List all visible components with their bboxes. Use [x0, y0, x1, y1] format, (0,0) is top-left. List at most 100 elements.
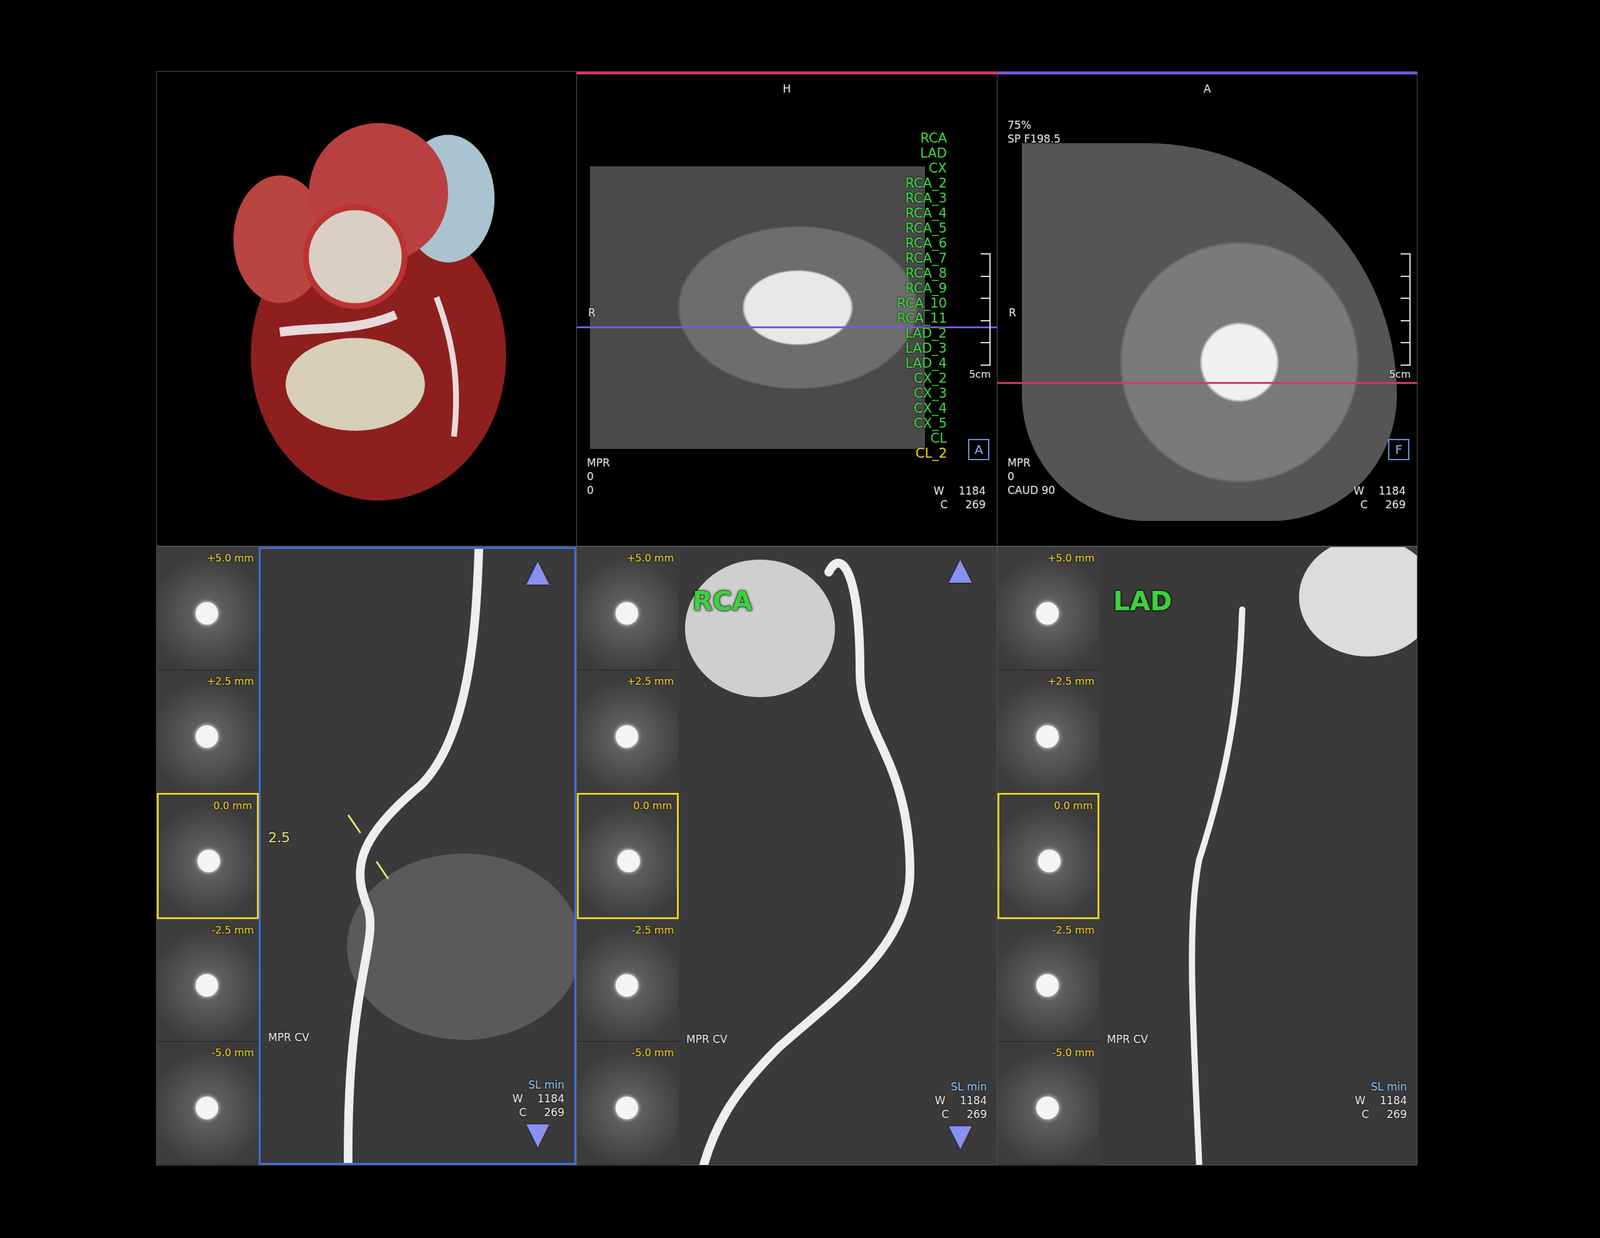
vessel-lumen-icon: [1036, 601, 1059, 625]
orientation-marker[interactable]: F: [1388, 438, 1410, 460]
cross-section-thumbnail[interactable]: +5.0 mm: [156, 546, 259, 670]
offset-label: -5.0 mm: [211, 1046, 254, 1059]
cross-section-thumbnail[interactable]: -2.5 mm: [156, 918, 259, 1042]
scroll-up-arrow[interactable]: ▲: [948, 553, 972, 584]
orientation-label: R: [1008, 305, 1017, 320]
vessel-list-item[interactable]: RCA_6: [896, 235, 947, 251]
offset-label: +5.0 mm: [626, 551, 674, 564]
cross-section-strip: +5.0 mm +2.5 mm 0.0 mm-2.5 mm -5.0 mm: [997, 546, 1100, 1165]
scroll-down-arrow[interactable]: ▼: [526, 1117, 550, 1148]
vessel-list-item[interactable]: CX_5: [896, 415, 947, 431]
offset-label: +2.5 mm: [1047, 675, 1095, 687]
mode-info: MPR CV: [268, 1030, 310, 1044]
vessel-lumen-icon: [195, 725, 219, 748]
orientation-header: A: [997, 81, 1417, 96]
offset-label: +5.0 mm: [206, 551, 254, 564]
vessel-list-item[interactable]: RCA_4: [896, 205, 947, 221]
cross-section-thumbnail[interactable]: 0.0 mm: [576, 792, 679, 919]
vessel-list-item[interactable]: RCA_3: [896, 190, 947, 206]
cross-section-thumbnail[interactable]: -2.5 mm: [997, 918, 1100, 1042]
offset-label: +2.5 mm: [206, 675, 254, 687]
mode-info: MPR CV: [686, 1031, 728, 1046]
mode-info: MPR CV: [1106, 1031, 1149, 1046]
curved-mpr-viewport[interactable]: +5.0 mm +2.5 mm 0.0 mm -2.5 mm -5.0 mm RCA ▲ ▼ M…: [576, 546, 998, 1165]
scale-bar: 5cm: [968, 253, 991, 382]
orientation-marker[interactable]: A: [968, 438, 990, 460]
ct-slice-image: [1021, 143, 1397, 521]
vessel-title: RCA: [692, 584, 753, 619]
viewport-grid: HRMPR00W1184C2695cmARCALADCXRCA_2RCA_3RC…: [156, 71, 1417, 1165]
vessel-list-item[interactable]: CX_3: [896, 385, 947, 401]
cross-section-thumbnail[interactable]: +5.0 mm: [576, 546, 679, 670]
window-level: W1184C269: [1353, 483, 1406, 512]
vessel-list-item[interactable]: CL_2: [896, 445, 947, 461]
scroll-up-arrow[interactable]: ▲: [526, 555, 550, 585]
vessel-list-item[interactable]: RCA_9: [896, 280, 947, 296]
curved-reformat-image[interactable]: RCA ▲ ▼ MPR CV SL minW1184C269: [678, 546, 997, 1165]
cross-section-thumbnail[interactable]: +2.5 mm: [576, 670, 679, 794]
vessel-list-item[interactable]: CX_2: [896, 370, 947, 386]
vessel-lumen-icon: [615, 601, 639, 625]
cross-section-strip: +5.0 mm +2.5 mm 0.0 mm -2.5 mm -5.0 mm: [576, 546, 679, 1165]
vessel-list-item[interactable]: RCA_8: [896, 265, 947, 281]
vessel-list-item[interactable]: RCA_2: [896, 175, 947, 191]
window-level: SL minW1184C269: [512, 1077, 565, 1119]
offset-label: -5.0 mm: [1052, 1046, 1095, 1059]
cross-section-thumbnail[interactable]: +2.5 mm: [156, 670, 259, 794]
volume-render-viewport[interactable]: [156, 71, 577, 547]
vessel-list-item[interactable]: CX_4: [896, 400, 947, 416]
heart-volume-image: [204, 108, 530, 509]
vessel-lumen-icon: [197, 849, 220, 872]
vessel-list-item[interactable]: RCA_11: [896, 310, 947, 326]
vessel-list-item[interactable]: RCA_7: [896, 250, 947, 266]
vessel-list-item[interactable]: LAD: [896, 145, 947, 161]
vessel-list-item[interactable]: CL: [896, 430, 947, 446]
scroll-down-arrow[interactable]: ▼: [948, 1119, 972, 1150]
offset-label: +2.5 mm: [626, 675, 674, 687]
cross-section-thumbnail[interactable]: 0.0 mm: [156, 792, 259, 919]
vessel-list-item[interactable]: RCA_5: [896, 220, 947, 236]
crosshair-line: [997, 381, 1417, 384]
vessel-list-item[interactable]: CX: [896, 160, 947, 176]
curved-mpr-viewport[interactable]: +5.0 mm +2.5 mm 0.0 mm-2.5 mm -5.0 mm LAD MPR…: [997, 546, 1418, 1165]
vessel-list-item[interactable]: LAD_4: [896, 355, 947, 371]
mode-info: MPR0CAUD 90: [1007, 455, 1055, 497]
cardiac-viewer: HRMPR00W1184C2695cmARCALADCXRCA_2RCA_3RC…: [0, 0, 1600, 1238]
offset-label: -5.0 mm: [631, 1046, 674, 1059]
offset-label: 0.0 mm: [633, 799, 672, 812]
curved-mpr-viewport[interactable]: +5.0 mm+2.5 mm0.0 mm-2.5 mm-5.0 mm2.5▲▼M…: [156, 546, 577, 1165]
cross-section-thumbnail[interactable]: -5.0 mm: [576, 1041, 679, 1165]
vessel-image: [260, 548, 575, 1163]
vessel-lumen-icon: [615, 973, 639, 997]
cross-section-thumbnail[interactable]: +2.5 mm: [997, 670, 1100, 794]
vessel-lumen-icon: [195, 1096, 219, 1119]
cross-section-thumbnail[interactable]: -5.0 mm: [997, 1041, 1100, 1165]
vessel-lumen-icon: [1038, 849, 1061, 872]
cross-section-thumbnail[interactable]: +5.0 mm: [997, 546, 1100, 670]
window-level: SL minW1184C269: [935, 1079, 987, 1121]
scale-bar: 5cm: [1388, 253, 1411, 382]
cross-section-thumbnail[interactable]: 0.0 mm: [997, 792, 1100, 919]
mpr-viewport[interactable]: A 75%SP F198.5 R MPR0CAUD 90 W1184C269 5cm F: [997, 71, 1418, 547]
preset-info: 75%SP F198.5: [1007, 118, 1061, 146]
offset-label: 0.0 mm: [213, 799, 252, 812]
ct-slice-image: [590, 166, 925, 449]
vessel-list-item[interactable]: LAD_3: [896, 340, 947, 356]
mode-info: MPR00: [586, 455, 610, 497]
vessel-image: [1099, 546, 1417, 1165]
window-level: SL minW1184C269: [1355, 1079, 1407, 1121]
vessel-lumen-icon: [617, 849, 640, 872]
orientation-label: R: [588, 305, 596, 320]
vessel-list-item[interactable]: RCA: [896, 130, 947, 146]
offset-label: -2.5 mm: [211, 923, 254, 936]
vessel-list-item[interactable]: RCA_10: [896, 295, 947, 311]
offset-label: -2.5 mm: [631, 923, 674, 936]
cross-section-thumbnail[interactable]: -5.0 mm: [156, 1041, 259, 1165]
vessel-list-item[interactable]: LAD_2: [896, 325, 947, 341]
curved-reformat-image[interactable]: 2.5▲▼MPR CVSL minW1184C269: [258, 546, 577, 1165]
cross-section-thumbnail[interactable]: -2.5 mm: [576, 918, 679, 1042]
curved-reformat-image[interactable]: LAD MPR CV SL minW1184C269: [1099, 546, 1417, 1165]
vessel-title: LAD: [1113, 584, 1172, 619]
window-level: W1184C269: [933, 483, 986, 512]
mpr-viewport[interactable]: HRMPR00W1184C2695cmARCALADCXRCA_2RCA_3RC…: [576, 71, 998, 547]
